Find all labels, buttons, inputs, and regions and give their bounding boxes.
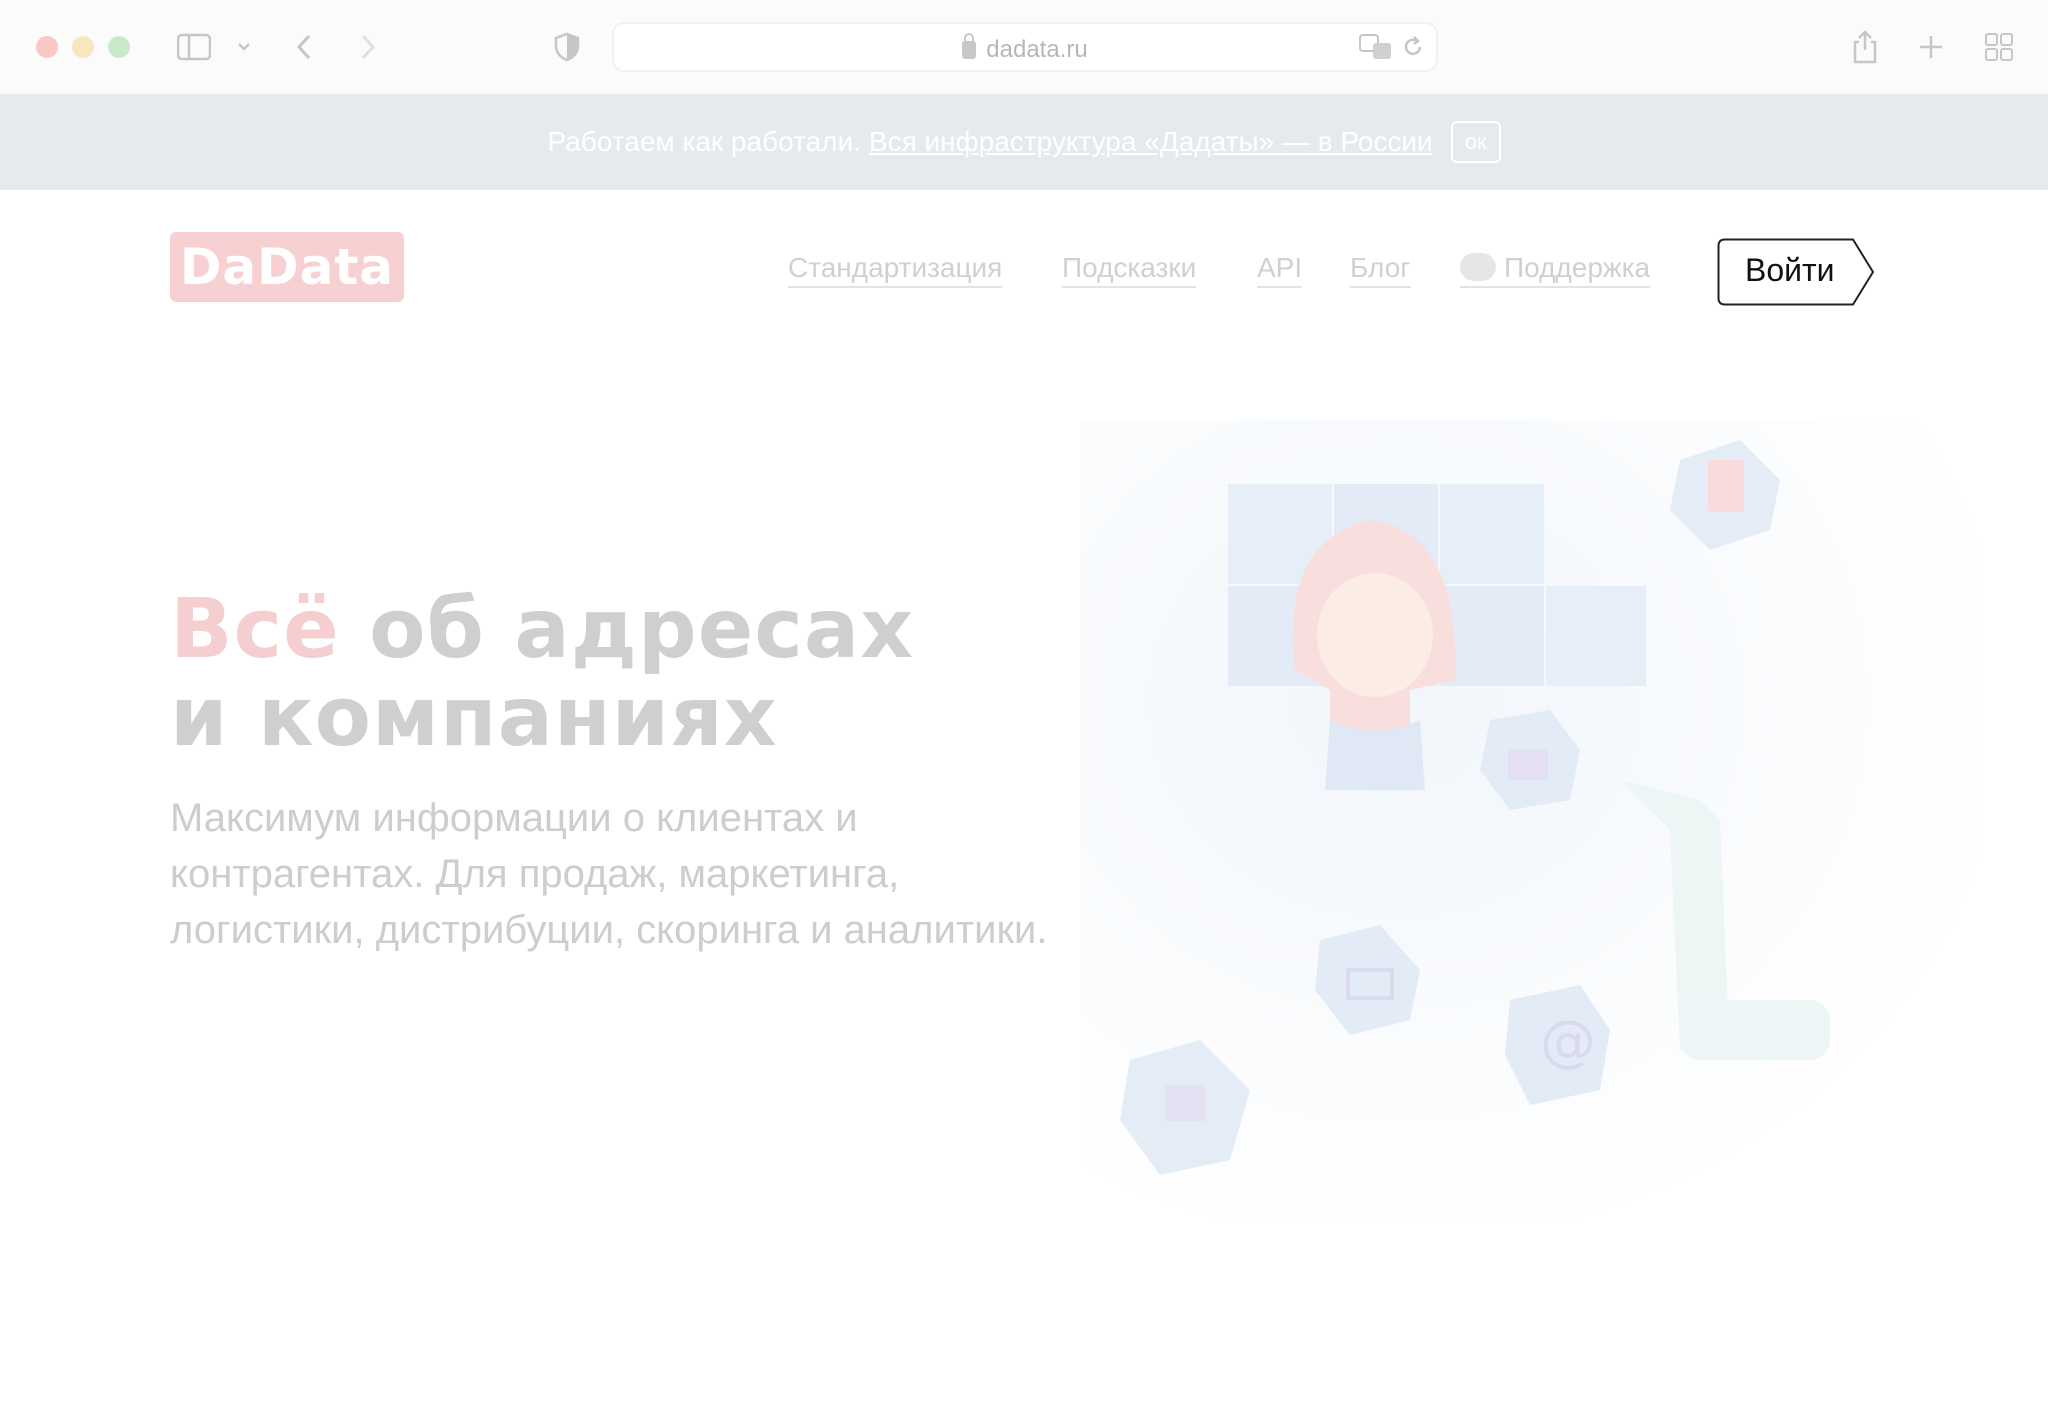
hero-title-accent: Всё — [170, 582, 340, 677]
login-button-label: Войти — [1745, 252, 1835, 288]
maximize-window-button[interactable] — [108, 36, 130, 58]
browser-toolbar: dadata.ru — [0, 0, 2048, 94]
url-text: dadata.ru — [986, 36, 1088, 63]
translate-icon[interactable] — [1358, 30, 1394, 64]
svg-text:@: @ — [1540, 1009, 1596, 1074]
nav-item-support-label: Поддержка — [1504, 252, 1651, 283]
banner-ok-button[interactable]: ок — [1450, 121, 1501, 163]
shield-icon[interactable] — [552, 30, 582, 64]
address-bar[interactable]: dadata.ru — [612, 22, 1438, 72]
banner-link[interactable]: Вся инфраструктура «Дадаты» — в России — [869, 126, 1433, 158]
chevron-down-icon[interactable] — [234, 30, 254, 64]
plus-icon[interactable] — [1916, 30, 1946, 64]
lock-icon — [962, 33, 977, 59]
close-window-button[interactable] — [36, 36, 58, 58]
hero-subtitle: Максимум информации о клиентах и контраг… — [170, 796, 1048, 952]
reload-icon[interactable] — [1400, 30, 1426, 64]
minimize-window-button[interactable] — [72, 36, 94, 58]
logo-text: DaData — [179, 238, 395, 296]
tabs-grid-icon[interactable] — [1984, 30, 2014, 64]
banner-text: Работаем как работали. — [547, 126, 861, 157]
nav-item-standardization[interactable]: Стандартизация — [788, 252, 1003, 288]
hero-title: Всё об адресах и компаниях — [170, 586, 914, 762]
nav-item-suggestions[interactable]: Подсказки — [1062, 252, 1197, 288]
hero-title-line2: и компаниях — [170, 670, 778, 765]
chat-icon — [1460, 253, 1496, 281]
login-button[interactable]: Войти — [1717, 238, 1875, 306]
hero-illustration: @ — [1080, 420, 1980, 1220]
announcement-banner: Работаем как работали. Вся инфраструктур… — [0, 94, 2048, 190]
sidebar-icon[interactable] — [176, 30, 212, 64]
back-icon[interactable] — [292, 30, 316, 64]
logo[interactable]: DaData — [170, 232, 404, 302]
forward-icon[interactable] — [356, 30, 380, 64]
nav-item-support[interactable]: Поддержка — [1460, 252, 1651, 288]
nav-item-api[interactable]: API — [1257, 252, 1303, 288]
nav-item-blog[interactable]: Блог — [1350, 252, 1411, 288]
hero-title-line1: об адресах — [369, 582, 915, 677]
share-icon[interactable] — [1850, 30, 1880, 64]
